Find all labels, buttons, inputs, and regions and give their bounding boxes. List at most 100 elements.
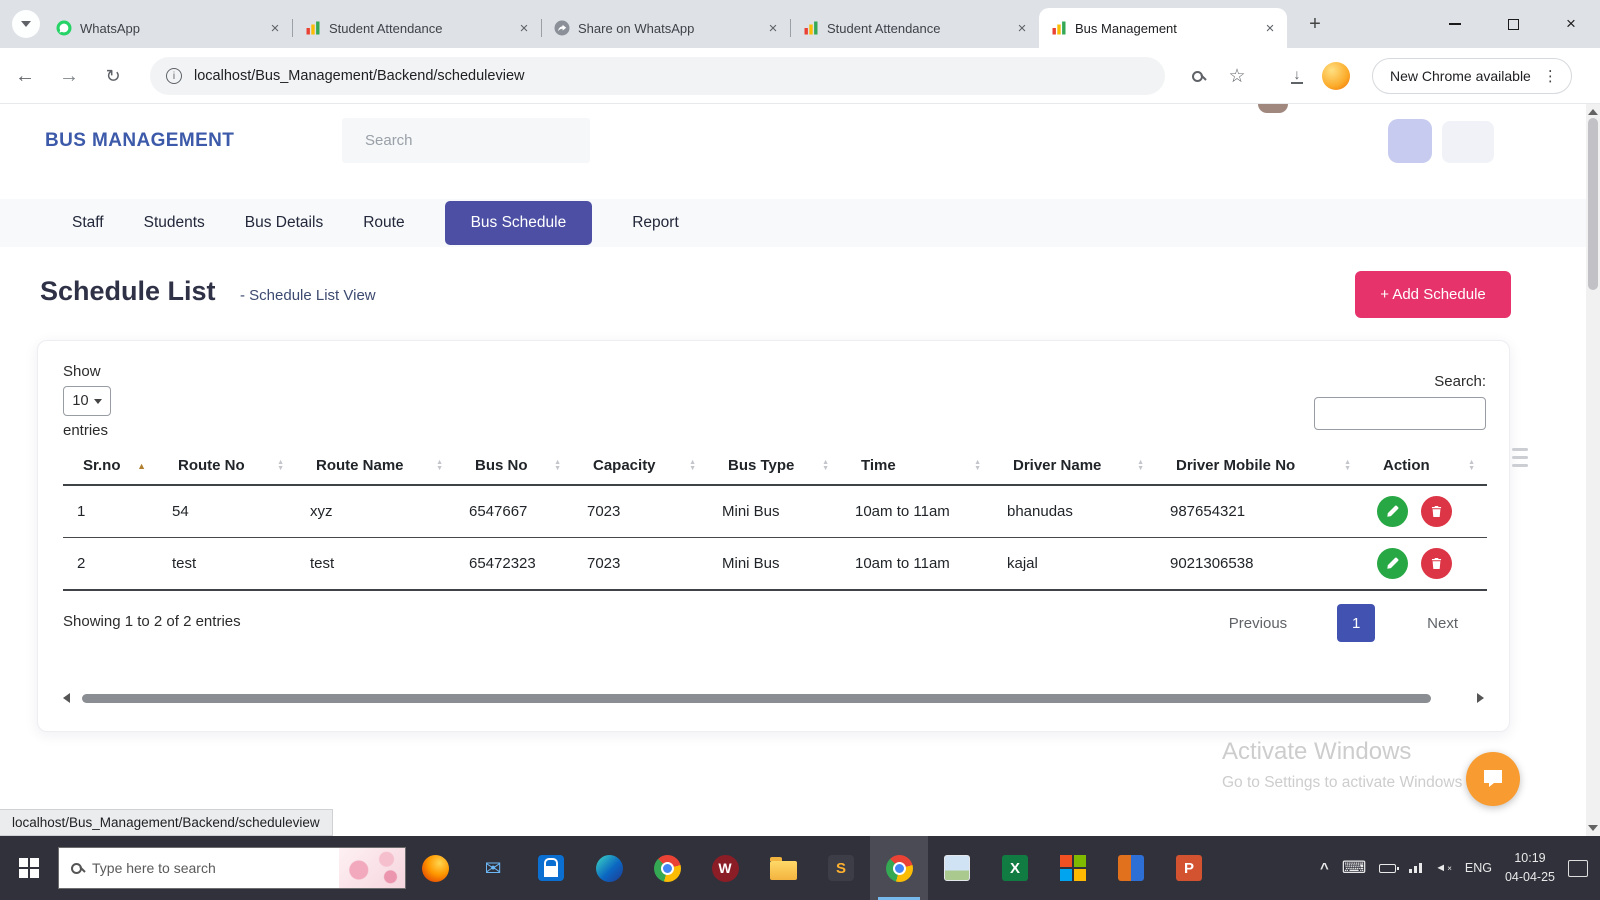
trash-icon (1430, 557, 1443, 570)
col-srno[interactable]: Sr.no▲ (63, 447, 158, 485)
tab-list: WhatsApp × Student Attendance × Share on… (44, 8, 1287, 48)
tab-student-attendance-1[interactable]: Student Attendance × (293, 8, 541, 48)
taskbar-explorer[interactable] (754, 836, 812, 900)
action-center-icon[interactable] (1568, 860, 1588, 877)
network-icon[interactable] (1409, 863, 1422, 873)
tab-close-icon[interactable]: × (1013, 19, 1031, 37)
browser-toolbar: ← → ↻ localhost/Bus_Management/Backend/s… (0, 48, 1600, 104)
start-button[interactable] (0, 836, 58, 900)
touch-keyboard-icon[interactable]: ⌨ (1342, 858, 1367, 878)
cell-srno: 1 (63, 485, 158, 538)
header-avatar-tile[interactable] (1388, 119, 1432, 163)
taskbar-photos[interactable] (928, 836, 986, 900)
clock[interactable]: 10:19 04-04-25 (1505, 849, 1555, 887)
tray-expand-icon[interactable]: ^ (1320, 860, 1329, 877)
taskbar-edge[interactable] (580, 836, 638, 900)
watermark-title: Activate Windows (1222, 738, 1462, 766)
horizontal-scroll-thumb[interactable] (82, 694, 1431, 703)
close-button[interactable]: × (1542, 0, 1600, 48)
col-bus-type[interactable]: Bus Type▲▼ (708, 447, 841, 485)
chat-widget-button[interactable] (1466, 752, 1520, 806)
profile-avatar[interactable] (1318, 48, 1354, 104)
language-indicator[interactable]: ENG (1465, 861, 1492, 875)
taskbar-store[interactable] (522, 836, 580, 900)
taskbar-powerpoint[interactable]: P (1160, 836, 1218, 900)
download-icon[interactable]: ↓ (1280, 48, 1314, 104)
scroll-up-icon[interactable] (1588, 109, 1598, 115)
chrome-update-button[interactable]: New Chrome available ⋮ (1372, 58, 1572, 94)
reload-button[interactable]: ↻ (96, 48, 130, 104)
site-info-icon[interactable] (166, 68, 182, 84)
nav-bus-schedule[interactable]: Bus Schedule (445, 201, 593, 245)
address-bar[interactable]: localhost/Bus_Management/Backend/schedul… (150, 57, 1165, 95)
taskbar-search-input[interactable] (92, 860, 292, 876)
search-highlight-image[interactable] (339, 848, 405, 888)
vertical-scroll-thumb[interactable] (1588, 118, 1598, 290)
tab-close-icon[interactable]: × (1261, 19, 1279, 37)
delete-button[interactable] (1421, 548, 1452, 579)
taskbar-search[interactable] (58, 847, 406, 889)
pagination-page-1[interactable]: 1 (1337, 604, 1375, 642)
maximize-button[interactable] (1484, 0, 1542, 48)
nav-report[interactable]: Report (632, 214, 679, 232)
cell-route-no: test (158, 538, 296, 591)
nav-staff[interactable]: Staff (72, 214, 104, 232)
nav-students[interactable]: Students (144, 214, 205, 232)
col-time[interactable]: Time▲▼ (841, 447, 993, 485)
page-size-select[interactable]: 10 (63, 386, 111, 416)
back-button[interactable]: ← (8, 48, 42, 104)
col-route-name[interactable]: Route Name▲▼ (296, 447, 455, 485)
scroll-right-icon[interactable] (1477, 693, 1484, 703)
taskbar-paint-app[interactable] (1102, 836, 1160, 900)
app-search-input[interactable] (342, 118, 590, 163)
share-favicon (554, 20, 570, 36)
taskbar-firefox[interactable] (406, 836, 464, 900)
nav-route[interactable]: Route (363, 214, 404, 232)
col-bus-no[interactable]: Bus No▲▼ (455, 447, 573, 485)
taskbar-mail[interactable]: ✉ (464, 836, 522, 900)
header-secondary-tile[interactable] (1442, 121, 1494, 163)
horizontal-scrollbar[interactable] (63, 691, 1484, 705)
col-driver-mobile[interactable]: Driver Mobile No▲▼ (1156, 447, 1363, 485)
edit-button[interactable] (1377, 496, 1408, 527)
nav-bus-details[interactable]: Bus Details (245, 214, 323, 232)
zoom-icon[interactable] (1180, 48, 1214, 104)
menu-kebab-icon[interactable]: ⋮ (1543, 67, 1558, 85)
col-capacity[interactable]: Capacity▲▼ (573, 447, 708, 485)
table-search-input[interactable] (1314, 397, 1486, 430)
new-tab-button[interactable]: + (1303, 12, 1327, 36)
taskbar-excel[interactable]: X (986, 836, 1044, 900)
page-scrollbar[interactable] (1586, 104, 1600, 836)
add-schedule-button[interactable]: + Add Schedule (1355, 271, 1511, 318)
taskbar-office-grid[interactable] (1044, 836, 1102, 900)
volume-icon[interactable]: ◄× (1435, 862, 1452, 874)
battery-icon[interactable] (1379, 864, 1396, 873)
tab-close-icon[interactable]: × (266, 19, 284, 37)
sort-icon: ▲▼ (436, 460, 443, 472)
tab-close-icon[interactable]: × (764, 19, 782, 37)
col-action[interactable]: Action▲▼ (1363, 447, 1487, 485)
minimize-button[interactable] (1426, 0, 1484, 48)
taskbar-chrome-active[interactable] (870, 836, 928, 900)
tab-whatsapp[interactable]: WhatsApp × (44, 8, 292, 48)
horizontal-scroll-track[interactable] (78, 693, 1469, 703)
col-driver-name[interactable]: Driver Name▲▼ (993, 447, 1156, 485)
taskbar-w-app[interactable]: W (696, 836, 754, 900)
scroll-down-icon[interactable] (1588, 825, 1598, 831)
scroll-left-icon[interactable] (63, 693, 70, 703)
tab-share-whatsapp[interactable]: Share on WhatsApp × (542, 8, 790, 48)
tab-bus-management[interactable]: Bus Management × (1039, 8, 1287, 48)
bookmark-star-icon[interactable]: ☆ (1220, 48, 1254, 104)
delete-button[interactable] (1421, 496, 1452, 527)
tab-student-attendance-2[interactable]: Student Attendance × (791, 8, 1039, 48)
tab-close-icon[interactable]: × (515, 19, 533, 37)
col-route-no[interactable]: Route No▲▼ (158, 447, 296, 485)
drag-handle[interactable] (1512, 448, 1528, 467)
pagination-previous[interactable]: Previous (1229, 615, 1287, 632)
pagination-next[interactable]: Next (1427, 615, 1458, 632)
taskbar-chrome[interactable] (638, 836, 696, 900)
taskbar-s-app[interactable]: S (812, 836, 870, 900)
edit-button[interactable] (1377, 548, 1408, 579)
forward-button[interactable]: → (52, 48, 86, 104)
tab-search-button[interactable] (12, 10, 40, 38)
